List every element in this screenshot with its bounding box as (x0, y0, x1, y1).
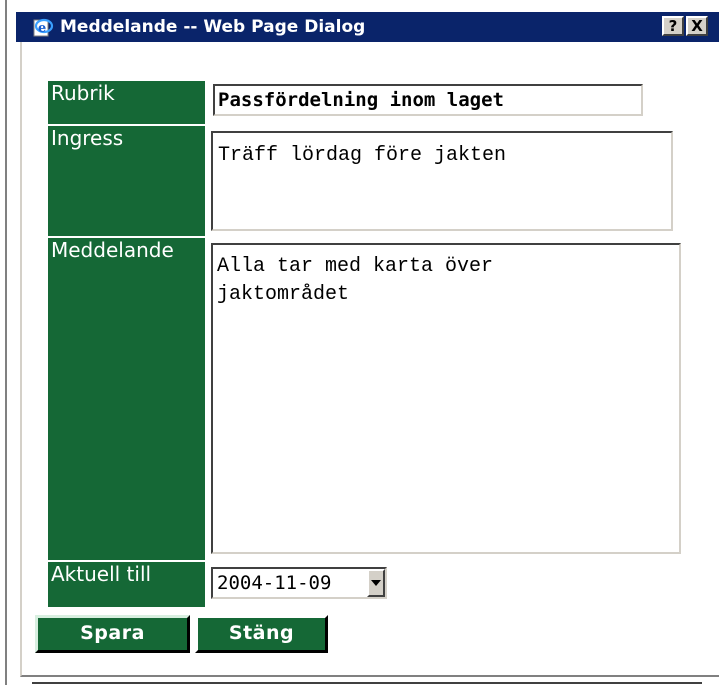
bottom-divider (32, 682, 702, 684)
aktuell-till-select[interactable]: 2004-11-09 (211, 567, 387, 599)
meddelande-label: Meddelande (48, 238, 205, 560)
svg-text:e: e (38, 21, 46, 36)
rubrik-input[interactable]: Passfördelning inom laget (213, 84, 643, 116)
window-title: Meddelande -- Web Page Dialog (60, 17, 366, 37)
title-bar[interactable]: e Meddelande -- Web Page Dialog ? X (16, 12, 719, 42)
dropdown-button[interactable] (367, 569, 385, 597)
close-button[interactable]: Stäng (195, 615, 328, 653)
save-button[interactable]: Spara (35, 615, 190, 653)
ingress-label: Ingress (48, 126, 205, 236)
aktuell-till-value: 2004-11-09 (217, 572, 332, 594)
aktuell-till-label: Aktuell till (48, 562, 205, 607)
rubrik-label: Rubrik (48, 81, 205, 124)
close-window-button[interactable]: X (686, 16, 708, 36)
meddelande-textarea[interactable]: Alla tar med karta över jaktområdet (211, 243, 681, 554)
ingress-textarea[interactable]: Träff lördag före jakten (211, 131, 673, 231)
help-button[interactable]: ? (662, 16, 684, 36)
ie-page-icon: e (32, 17, 54, 37)
chevron-down-icon (371, 580, 381, 586)
background-window-edge (5, 0, 7, 685)
